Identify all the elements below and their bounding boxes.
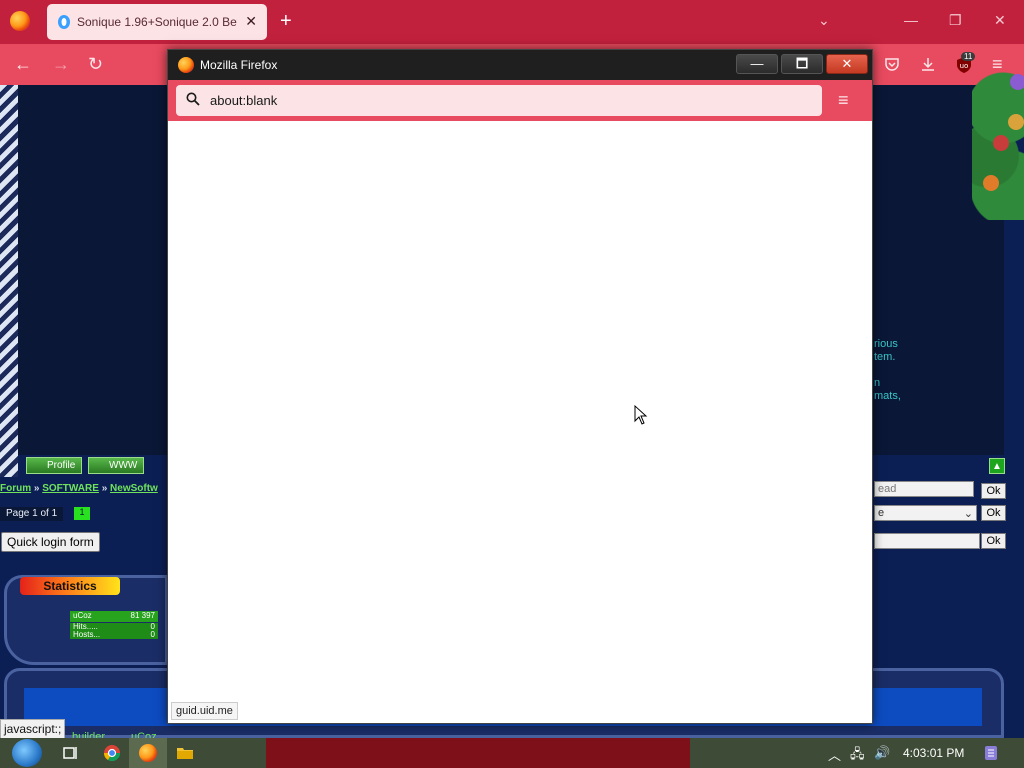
www-button[interactable]: WWW	[88, 457, 145, 474]
taskbar-clock[interactable]: 4:03:01 PM	[903, 746, 964, 760]
post-text-fragment: n	[874, 377, 881, 389]
breadcrumb-separator: »	[101, 483, 108, 494]
popup-url-bar: about:blank ≡	[168, 80, 872, 121]
tab-title: Sonique 1.96+Sonique 2.0 Beta	[77, 15, 237, 29]
pocket-icon[interactable]	[884, 56, 900, 72]
popup-close-button[interactable]: ✕	[826, 54, 868, 74]
popup-title: Mozilla Firefox	[200, 58, 278, 72]
counter-hosts-row: Hosts... 0	[70, 631, 158, 639]
svg-text:uo: uo	[960, 62, 969, 70]
task-view-icon[interactable]	[62, 744, 80, 762]
breadcrumb-newsoftware-link[interactable]: NewSoftw	[110, 483, 158, 494]
start-button-icon[interactable]	[12, 739, 42, 767]
login-ok-button[interactable]: Ok	[981, 533, 1006, 549]
back-button[interactable]: ←	[14, 54, 32, 74]
popup-menu-icon[interactable]: ≡	[838, 90, 849, 110]
popup-title-bar[interactable]: Mozilla Firefox — 🗖 ✕	[168, 50, 872, 80]
forward-button[interactable]: →	[52, 54, 70, 74]
breadcrumb-forum-link[interactable]: Forum	[0, 483, 31, 494]
chrome-icon[interactable]	[103, 744, 121, 762]
tab-list-icon[interactable]: ⌄	[818, 12, 830, 29]
breadcrumb: Forum » SOFTWARE » NewSoftw	[0, 483, 158, 494]
tab-bar: Sonique 1.96+Sonique 2.0 Beta ✕ + ⌄ — ❐ …	[0, 0, 1024, 44]
profile-button-label: Profile	[47, 460, 76, 471]
volume-icon[interactable]: 🔊	[874, 745, 890, 761]
post-text-fragment: tem.	[874, 351, 896, 363]
new-tab-button[interactable]: +	[280, 10, 292, 32]
notifications-icon[interactable]	[982, 744, 1000, 762]
post-panel-left	[18, 85, 168, 455]
window-restore-button[interactable]: ❐	[949, 12, 962, 29]
popup-address-field[interactable]: about:blank	[176, 85, 822, 116]
popup-minimize-button[interactable]: —	[736, 54, 778, 74]
search-icon	[186, 92, 200, 106]
firefox-logo-icon	[178, 57, 194, 73]
quick-login-button[interactable]: Quick login form	[1, 532, 100, 552]
forum-jump-select[interactable]: e ⌄	[874, 505, 977, 521]
counter-hosts-value: 0	[150, 630, 155, 639]
decorative-stripe	[0, 85, 18, 477]
reload-button[interactable]: ↻	[88, 54, 103, 74]
ornament-decoration	[1010, 74, 1024, 90]
taskbar-background-area	[266, 738, 690, 768]
post-text-fragment: mats,	[874, 390, 901, 402]
scroll-top-icon[interactable]: ▲	[989, 458, 1005, 474]
tray-overflow-icon[interactable]: ︿	[828, 745, 841, 764]
popup-url-text: about:blank	[210, 93, 278, 108]
breadcrumb-separator: »	[33, 483, 40, 494]
tab-favicon-icon	[58, 15, 70, 29]
browser-status-link: javascript:;	[0, 719, 66, 739]
ornament-decoration	[1008, 114, 1024, 130]
counter-hosts-label: Hosts...	[73, 630, 101, 639]
page-indicator: Page 1 of 1	[0, 507, 64, 521]
counter-total: 81 397	[130, 611, 155, 620]
downloads-icon[interactable]	[920, 56, 936, 72]
network-icon[interactable]: 🖧	[850, 745, 865, 767]
file-explorer-icon[interactable]	[176, 744, 194, 762]
popup-status-text: guid.uid.me	[171, 702, 238, 720]
post-text-fragment: rious	[874, 338, 898, 350]
popup-window: Mozilla Firefox — 🗖 ✕ about:blank ≡ guid…	[167, 49, 873, 724]
popup-maximize-button[interactable]: 🗖	[781, 54, 823, 74]
mouse-cursor-icon	[634, 405, 648, 425]
search-ok-button[interactable]: Ok	[981, 483, 1006, 499]
select-value: e	[878, 507, 885, 519]
ucoz-counter[interactable]: uCoz 81 397	[70, 611, 158, 622]
window-close-button[interactable]: ✕	[994, 12, 1006, 29]
breadcrumb-software-link[interactable]: SOFTWARE	[42, 483, 99, 494]
statistics-title: Statistics	[20, 577, 120, 595]
chevron-down-icon: ⌄	[963, 508, 973, 520]
ornament-decoration	[983, 175, 999, 191]
window-minimize-button[interactable]: —	[904, 12, 918, 28]
forum-search-input[interactable]: ead	[874, 481, 974, 497]
tab-close-icon[interactable]: ✕	[245, 13, 257, 30]
jump-ok-button[interactable]: Ok	[981, 505, 1006, 521]
ornament-decoration	[993, 135, 1009, 151]
profile-button[interactable]: Profile	[26, 457, 83, 474]
firefox-icon[interactable]	[139, 744, 157, 762]
page-number-link[interactable]: 1	[74, 507, 90, 520]
login-input[interactable]	[874, 533, 980, 549]
browser-tab[interactable]: Sonique 1.96+Sonique 2.0 Beta ✕	[47, 4, 267, 40]
www-button-label: WWW	[109, 460, 138, 471]
counter-brand: uCoz	[73, 611, 92, 620]
firefox-logo-icon[interactable]	[10, 11, 30, 31]
